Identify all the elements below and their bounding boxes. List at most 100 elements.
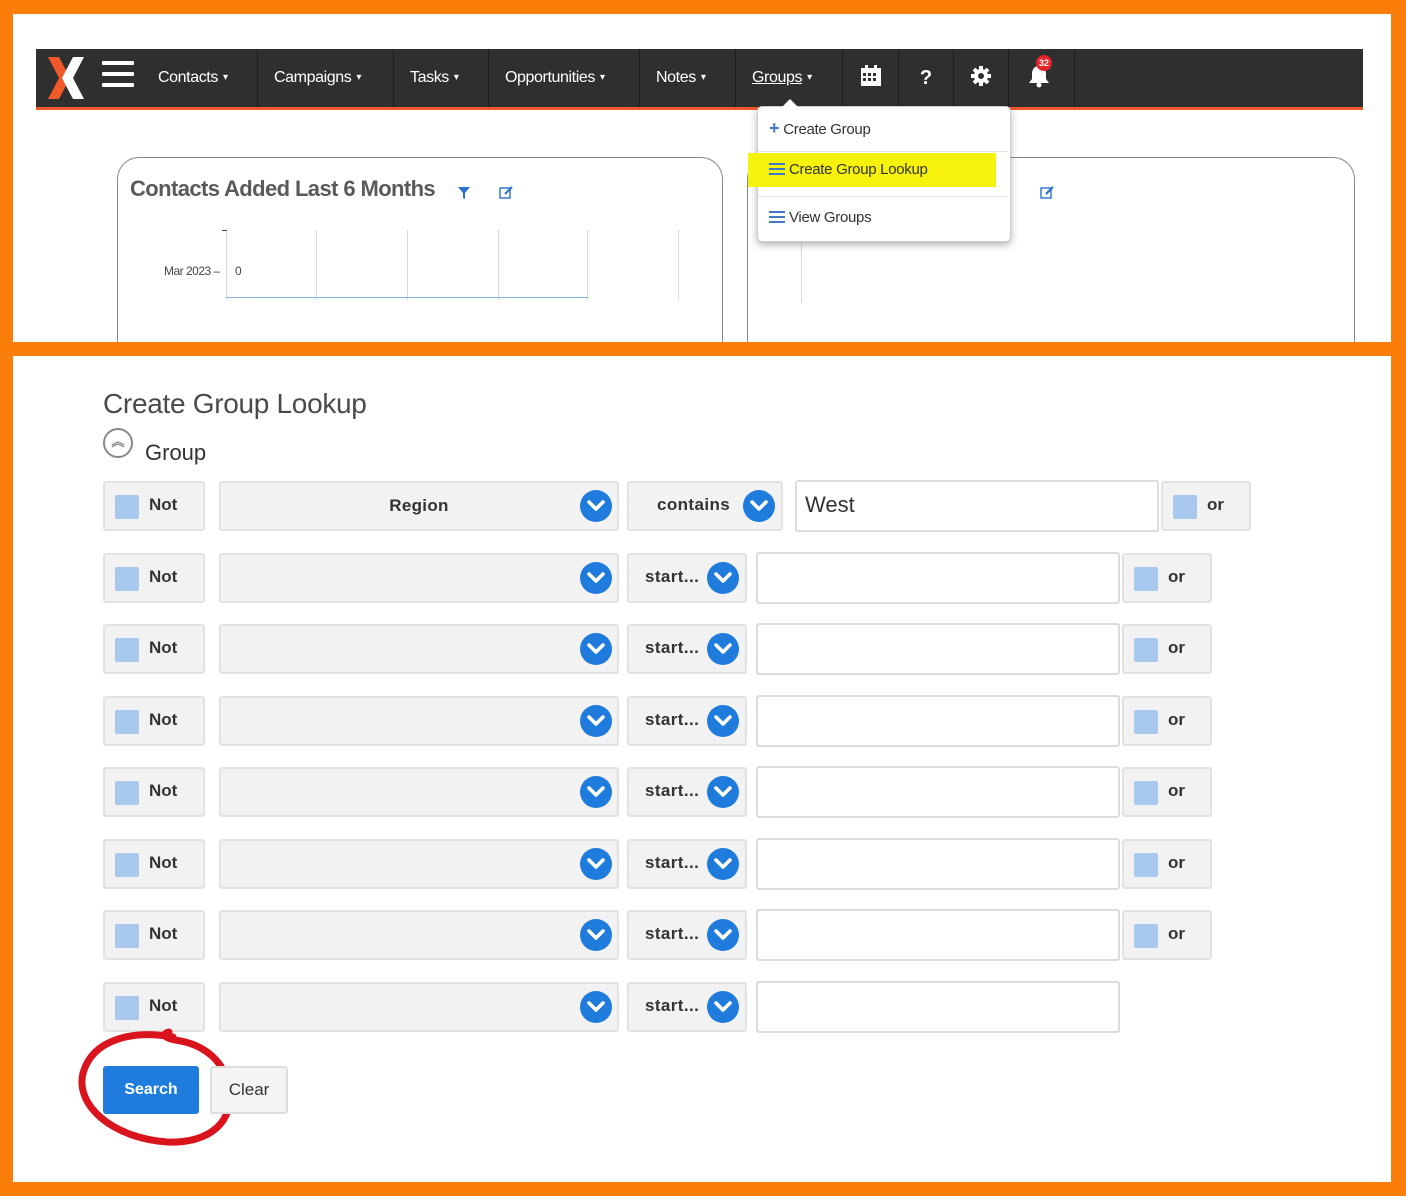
or-toggle[interactable]: or bbox=[1122, 553, 1212, 603]
notifications-bell-icon[interactable]: 32 bbox=[1009, 49, 1075, 107]
or-toggle[interactable]: or bbox=[1122, 696, 1212, 746]
edit-icon[interactable] bbox=[1040, 185, 1055, 199]
criteria-value-input[interactable] bbox=[756, 766, 1120, 818]
chevron-down-icon[interactable] bbox=[580, 991, 612, 1023]
calendar-icon[interactable] bbox=[843, 49, 899, 107]
criteria-value-input[interactable] bbox=[756, 623, 1120, 675]
field-select[interactable]: Region bbox=[219, 481, 619, 531]
chevron-down-icon[interactable] bbox=[743, 490, 775, 522]
operator-select[interactable]: start... bbox=[627, 982, 747, 1032]
or-toggle[interactable]: or bbox=[1122, 910, 1212, 960]
chevron-down-icon[interactable] bbox=[580, 490, 612, 522]
or-checkbox[interactable] bbox=[1134, 853, 1158, 877]
not-checkbox[interactable] bbox=[115, 495, 139, 519]
not-label: Not bbox=[149, 853, 178, 872]
operator-select-value: start... bbox=[645, 853, 700, 872]
collapse-chevron-up-icon[interactable]: ︽ bbox=[103, 428, 133, 458]
field-select[interactable] bbox=[219, 624, 619, 674]
nav-campaigns[interactable]: Campaigns ▾ bbox=[258, 49, 394, 107]
field-select[interactable] bbox=[219, 767, 619, 817]
or-toggle[interactable]: or bbox=[1161, 481, 1251, 531]
field-select[interactable] bbox=[219, 839, 619, 889]
nav-opportunities[interactable]: Opportunities ▾ bbox=[489, 49, 640, 107]
not-checkbox[interactable] bbox=[115, 567, 139, 591]
operator-select[interactable]: contains bbox=[627, 481, 783, 531]
help-icon[interactable]: ? bbox=[899, 49, 954, 107]
or-checkbox[interactable] bbox=[1173, 495, 1197, 519]
chevron-down-icon[interactable] bbox=[707, 776, 739, 808]
or-checkbox[interactable] bbox=[1134, 781, 1158, 805]
gear-icon[interactable] bbox=[954, 49, 1009, 107]
not-toggle[interactable]: Not bbox=[103, 982, 205, 1032]
or-checkbox[interactable] bbox=[1134, 710, 1158, 734]
criteria-value-input[interactable] bbox=[756, 981, 1120, 1033]
criteria-value-input[interactable] bbox=[756, 695, 1120, 747]
not-toggle[interactable]: Not bbox=[103, 624, 205, 674]
bottom-screenshot-panel: Create Group Lookup ︽ Group Not Region c… bbox=[13, 356, 1391, 1182]
chevron-down-icon[interactable] bbox=[580, 919, 612, 951]
not-toggle[interactable]: Not bbox=[103, 767, 205, 817]
chart-gridline bbox=[226, 230, 227, 300]
menu-item-create-group[interactable]: + Create Group bbox=[758, 107, 1008, 149]
chevron-down-icon[interactable] bbox=[707, 991, 739, 1023]
not-toggle[interactable]: Not bbox=[103, 910, 205, 960]
nav-tasks[interactable]: Tasks ▾ bbox=[394, 49, 489, 107]
field-select[interactable] bbox=[219, 910, 619, 960]
clear-button[interactable]: Clear bbox=[210, 1066, 288, 1114]
filter-icon[interactable] bbox=[458, 187, 470, 199]
criteria-value-input[interactable] bbox=[756, 552, 1120, 604]
operator-select[interactable]: start... bbox=[627, 696, 747, 746]
not-label: Not bbox=[149, 924, 178, 943]
or-toggle[interactable]: or bbox=[1122, 624, 1212, 674]
chevron-down-icon[interactable] bbox=[707, 919, 739, 951]
plus-icon: + bbox=[769, 118, 780, 138]
not-checkbox[interactable] bbox=[115, 781, 139, 805]
operator-select[interactable]: start... bbox=[627, 767, 747, 817]
group-section-label: Group bbox=[145, 440, 207, 465]
not-toggle[interactable]: Not bbox=[103, 696, 205, 746]
field-select[interactable] bbox=[219, 982, 619, 1032]
not-checkbox[interactable] bbox=[115, 924, 139, 948]
not-checkbox[interactable] bbox=[115, 853, 139, 877]
operator-select[interactable]: start... bbox=[627, 910, 747, 960]
chevron-down-icon[interactable] bbox=[580, 848, 612, 880]
not-toggle[interactable]: Not bbox=[103, 839, 205, 889]
criteria-value-input[interactable] bbox=[756, 838, 1120, 890]
chevron-down-icon[interactable] bbox=[580, 776, 612, 808]
criteria-value-input[interactable]: West bbox=[795, 480, 1159, 532]
or-checkbox[interactable] bbox=[1134, 924, 1158, 948]
chevron-down-icon[interactable] bbox=[580, 705, 612, 737]
field-select[interactable] bbox=[219, 553, 619, 603]
or-toggle[interactable]: or bbox=[1122, 839, 1212, 889]
not-label: Not bbox=[149, 710, 178, 729]
or-checkbox[interactable] bbox=[1134, 567, 1158, 591]
hamburger-menu-icon[interactable] bbox=[102, 61, 134, 91]
search-button[interactable]: Search bbox=[103, 1066, 199, 1114]
chevron-down-icon[interactable] bbox=[580, 562, 612, 594]
nav-notes[interactable]: Notes ▾ bbox=[640, 49, 736, 107]
not-toggle[interactable]: Not bbox=[103, 553, 205, 603]
menu-item-view-groups[interactable]: View Groups bbox=[758, 197, 1008, 239]
chevron-down-icon[interactable] bbox=[707, 705, 739, 737]
or-label: or bbox=[1168, 567, 1185, 586]
operator-select[interactable]: start... bbox=[627, 624, 747, 674]
not-toggle[interactable]: Not bbox=[103, 481, 205, 531]
operator-select[interactable]: start... bbox=[627, 839, 747, 889]
not-checkbox[interactable] bbox=[115, 996, 139, 1020]
menu-item-create-group-lookup[interactable]: Create Group Lookup bbox=[758, 149, 1008, 191]
edit-icon[interactable] bbox=[499, 185, 514, 199]
caret-down-icon: ▾ bbox=[807, 72, 812, 83]
chevron-down-icon[interactable] bbox=[707, 562, 739, 594]
or-toggle[interactable]: or bbox=[1122, 767, 1212, 817]
not-checkbox[interactable] bbox=[115, 710, 139, 734]
chevron-down-icon[interactable] bbox=[580, 633, 612, 665]
operator-select[interactable]: start... bbox=[627, 553, 747, 603]
chevron-down-icon[interactable] bbox=[707, 848, 739, 880]
not-checkbox[interactable] bbox=[115, 638, 139, 662]
nav-contacts[interactable]: Contacts ▾ bbox=[142, 49, 258, 107]
chart-gridline bbox=[407, 230, 408, 300]
field-select[interactable] bbox=[219, 696, 619, 746]
chevron-down-icon[interactable] bbox=[707, 633, 739, 665]
criteria-value-input[interactable] bbox=[756, 909, 1120, 961]
or-checkbox[interactable] bbox=[1134, 638, 1158, 662]
